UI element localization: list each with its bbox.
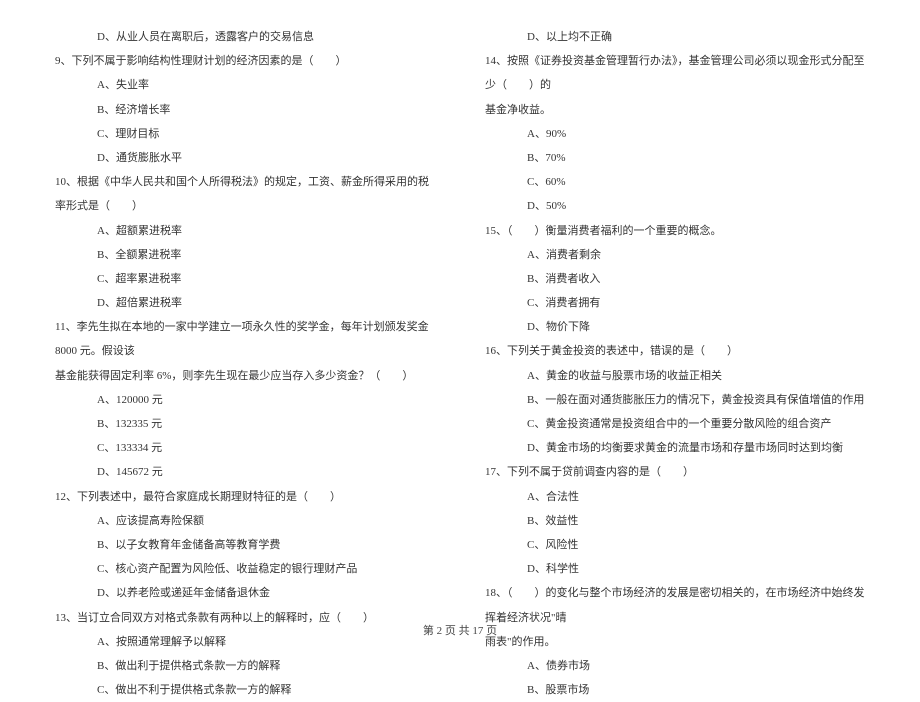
- q9-stem: 9、下列不属于影响结构性理财计划的经济因素的是（ ）: [55, 49, 435, 73]
- page-body: D、从业人员在离职后，透露客户的交易信息 9、下列不属于影响结构性理财计划的经济…: [55, 25, 865, 595]
- page-footer: 第 2 页 共 17 页: [0, 622, 920, 638]
- q10-option-d: D、超倍累进税率: [55, 291, 435, 315]
- q9-option-a: A、失业率: [55, 73, 435, 97]
- q10-option-b: B、全额累进税率: [55, 243, 435, 267]
- q18-option-b: B、股票市场: [485, 678, 865, 702]
- q17-option-a: A、合法性: [485, 485, 865, 509]
- q14-stem-cont: 基金净收益。: [485, 98, 865, 122]
- q12-option-d: D、以养老险或递延年金储备退休金: [55, 581, 435, 605]
- left-column: D、从业人员在离职后，透露客户的交易信息 9、下列不属于影响结构性理财计划的经济…: [55, 25, 435, 595]
- q17-stem: 17、下列不属于贷前调查内容的是（ ）: [485, 460, 865, 484]
- q10-option-c: C、超率累进税率: [55, 267, 435, 291]
- q16-stem: 16、下列关于黄金投资的表述中，错误的是（ ）: [485, 339, 865, 363]
- q10-stem: 10、根据《中华人民共和国个人所得税法》的规定，工资、薪金所得采用的税率形式是（…: [55, 170, 435, 218]
- q15-stem: 15、（ ）衡量消费者福利的一个重要的概念。: [485, 219, 865, 243]
- q9-option-c: C、理财目标: [55, 122, 435, 146]
- q11-stem-cont: 基金能获得固定利率 6%，则李先生现在最少应当存入多少资金？（ ）: [55, 364, 435, 388]
- q11-option-d: D、145672 元: [55, 460, 435, 484]
- q14-option-c: C、60%: [485, 170, 865, 194]
- q12-option-c: C、核心资产配置为风险低、收益稳定的银行理财产品: [55, 557, 435, 581]
- q12-option-a: A、应该提高寿险保额: [55, 509, 435, 533]
- q15-option-c: C、消费者拥有: [485, 291, 865, 315]
- q12-option-b: B、以子女教育年金储备高等教育学费: [55, 533, 435, 557]
- q11-stem: 11、李先生拟在本地的一家中学建立一项永久性的奖学金，每年计划颁发奖金 8000…: [55, 315, 435, 363]
- right-column: D、以上均不正确 14、按照《证券投资基金管理暂行办法》，基金管理公司必须以现金…: [485, 25, 865, 595]
- q10-option-a: A、超额累进税率: [55, 219, 435, 243]
- q15-option-d: D、物价下降: [485, 315, 865, 339]
- q9-option-b: B、经济增长率: [55, 98, 435, 122]
- q13-option-c: C、做出不利于提供格式条款一方的解释: [55, 678, 435, 702]
- q17-option-d: D、科学性: [485, 557, 865, 581]
- q17-option-c: C、风险性: [485, 533, 865, 557]
- q16-option-b: B、一般在面对通货膨胀压力的情况下，黄金投资具有保值增值的作用: [485, 388, 865, 412]
- q18-option-a: A、债券市场: [485, 654, 865, 678]
- q13-option-b: B、做出利于提供格式条款一方的解释: [55, 654, 435, 678]
- q14-option-a: A、90%: [485, 122, 865, 146]
- q14-option-b: B、70%: [485, 146, 865, 170]
- q11-option-c: C、133334 元: [55, 436, 435, 460]
- q13-option-d: D、以上均不正确: [485, 25, 865, 49]
- q12-stem: 12、下列表述中，最符合家庭成长期理财特征的是（ ）: [55, 485, 435, 509]
- q17-option-b: B、效益性: [485, 509, 865, 533]
- q11-option-a: A、120000 元: [55, 388, 435, 412]
- q16-option-a: A、黄金的收益与股票市场的收益正相关: [485, 364, 865, 388]
- q16-option-c: C、黄金投资通常是投资组合中的一个重要分散风险的组合资产: [485, 412, 865, 436]
- q15-option-a: A、消费者剩余: [485, 243, 865, 267]
- q15-option-b: B、消费者收入: [485, 267, 865, 291]
- q14-stem: 14、按照《证券投资基金管理暂行办法》，基金管理公司必须以现金形式分配至少（ ）…: [485, 49, 865, 97]
- q8-option-d: D、从业人员在离职后，透露客户的交易信息: [55, 25, 435, 49]
- q14-option-d: D、50%: [485, 194, 865, 218]
- q11-option-b: B、132335 元: [55, 412, 435, 436]
- q9-option-d: D、通货膨胀水平: [55, 146, 435, 170]
- q16-option-d: D、黄金市场的均衡要求黄金的流量市场和存量市场同时达到均衡: [485, 436, 865, 460]
